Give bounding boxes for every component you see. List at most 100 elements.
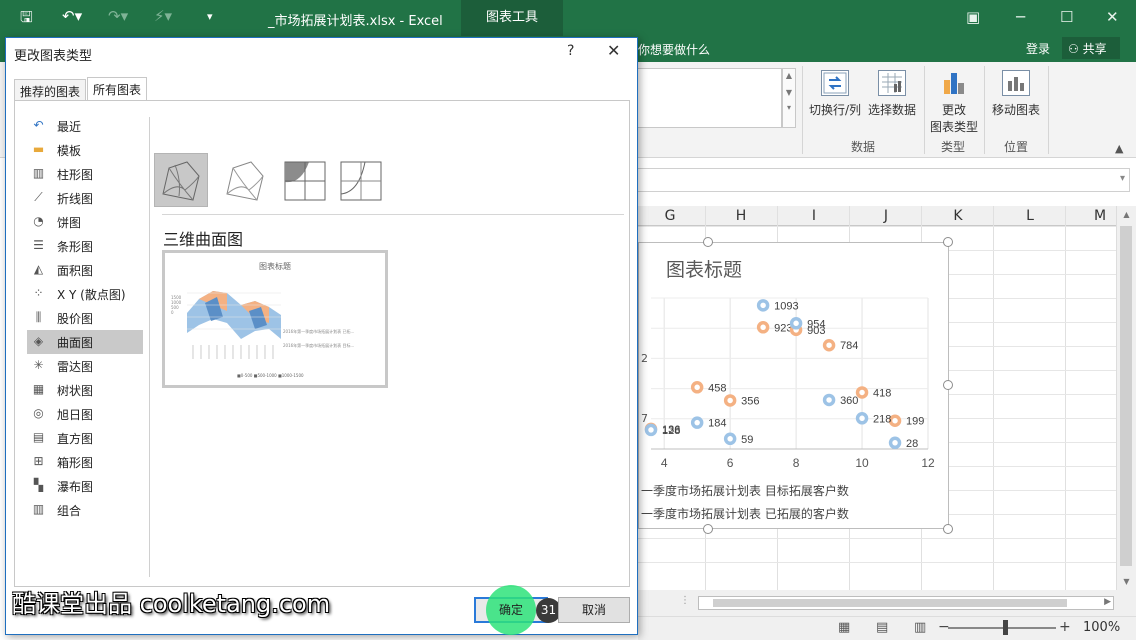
column-header-l[interactable]: L [994,208,1066,224]
select-data-button[interactable]: 选择数据 [866,70,918,118]
column-header-j[interactable]: J [850,208,922,224]
close-icon[interactable]: ✕ [1106,8,1119,26]
data-label: 28 [906,438,918,450]
column-header-i[interactable]: I [778,208,850,224]
chart-category-item[interactable]: ⊞ 箱形图 [27,450,143,474]
vertical-scroll-thumb[interactable] [1120,226,1132,566]
scatter-point[interactable] [723,394,737,407]
login-link[interactable]: 登录 [1026,40,1050,57]
chart-category-item[interactable]: ◭ 面积图 [27,258,143,282]
wireframe-surface-thumbnail-icon [226,161,264,201]
resize-handle-bottom-right[interactable] [943,524,953,534]
chart-category-item[interactable]: ▦ 树状图 [27,378,143,402]
gallery-scroll[interactable]: ▲ ▼ ▾ [782,68,796,128]
column-header-m[interactable]: M [1064,208,1116,224]
column-header-k[interactable]: K [922,208,994,224]
zoom-slider-knob[interactable] [1003,620,1008,635]
normal-view-icon[interactable]: ▦ [838,620,850,635]
move-chart-button[interactable]: 移动图表 [988,70,1044,118]
chart-category-item[interactable]: ✳ 雷达图 [27,354,143,378]
subtype-contour[interactable] [278,153,332,207]
subtype-wireframe-3d-surface[interactable] [218,153,272,207]
scatter-point[interactable] [855,386,869,399]
ribbon-display-options-icon[interactable]: ▣ [966,8,980,26]
scatter-point[interactable] [723,432,737,446]
legend-item-done[interactable]: 一季度市场拓展计划表 已拓展的客户数 [641,505,849,522]
page-layout-view-icon[interactable]: ▤ [876,620,888,635]
resize-handle-right[interactable] [943,380,953,390]
tab-recommended-charts[interactable]: 推荐的图表 [14,79,87,101]
redo-icon[interactable]: ↷▾ [108,7,128,25]
scatter-point[interactable] [822,338,836,352]
scatter-point[interactable] [888,414,902,427]
chart-category-item[interactable]: ▚ 瀑布图 [27,474,143,498]
tell-me-search[interactable]: 你想要做什么 [638,41,710,58]
scatter-point[interactable] [690,416,704,429]
horizontal-scroll-thumb[interactable] [713,599,1067,607]
scatter-point[interactable] [756,299,770,312]
scatter-point[interactable] [756,321,770,334]
share-button[interactable]: ⚇ 共享 [1062,37,1120,59]
chart-category-item[interactable]: ◔ 饼图 [27,210,143,234]
chart-category-item[interactable]: ▥ 组合 [27,498,143,522]
change-chart-type-button[interactable]: 更改 图表类型 [928,70,980,135]
chart-category-item[interactable]: ▤ 直方图 [27,426,143,450]
chart-tools-context-tab[interactable]: 图表工具 [461,0,563,36]
resize-handle-top-right[interactable] [943,237,953,247]
scatter-point[interactable] [644,423,658,437]
chart-category-label: 雷达图 [57,360,94,374]
subtype-3d-surface[interactable] [154,153,208,207]
formula-bar[interactable]: ▾ [638,168,1130,192]
scatter-point[interactable] [789,317,803,330]
format-painter-icon[interactable]: ⚡▾ [154,7,172,25]
cancel-button[interactable]: 取消 [558,597,630,623]
tab-all-charts[interactable]: 所有图表 [87,77,148,101]
pie-chart-icon: ◔ [33,214,44,228]
dialog-close-button[interactable]: ✕ [607,41,620,60]
chart-category-item[interactable]: ◎ 旭日图 [27,402,143,426]
chart-category-item[interactable]: ☰ 条形图 [27,234,143,258]
chart-preview[interactable]: 图表标题 1500 1000 500 0 2016年第一季度市场拓展计划表 已拓...… [162,250,388,388]
chart-category-item[interactable]: ▥ 柱形图 [27,162,143,186]
subtype-wireframe-contour[interactable] [334,153,388,207]
scatter-point[interactable] [690,381,704,394]
chart-category-item[interactable]: ▬ 模板 [27,138,143,162]
group-data-label: 数据 [851,140,876,154]
chart-category-item[interactable]: ⁘ X Y (散点图) [27,282,143,306]
tab-split-icon[interactable]: ⋮ [680,595,690,606]
resize-handle-bottom[interactable] [703,524,713,534]
column-header-h[interactable]: H [705,208,777,224]
chart-category-item[interactable]: ⟋ 折线图 [27,186,143,210]
undo-icon[interactable]: ↶▾ [62,7,82,25]
switch-row-column-button[interactable]: 切换行/列 [806,70,864,118]
data-label: 128 [662,425,680,437]
change-chart-type-label-1: 更改 [941,103,966,117]
resize-handle-top[interactable] [703,237,713,247]
x-tick-label: 6 [727,456,734,470]
zoom-in-icon[interactable]: + [1059,619,1071,635]
minimize-icon[interactable]: ─ [1016,8,1025,26]
horizontal-scrollbar[interactable]: ▶ [698,596,1114,610]
maximize-icon[interactable]: ☐ [1060,8,1073,26]
treemap-icon: ▦ [32,382,45,396]
zoom-level[interactable]: 100% [1083,620,1120,635]
zoom-slider[interactable] [948,627,1056,629]
help-button[interactable]: ? [567,43,574,59]
scatter-point[interactable] [888,436,902,450]
collapse-ribbon-icon[interactable]: ▲ [1115,142,1123,155]
chart-styles-gallery[interactable] [638,68,782,128]
scatter-point[interactable] [822,393,836,407]
chart-category-item[interactable]: ◈ 曲面图 [27,330,143,354]
chart-category-item[interactable]: ⫼ 股价图 [27,306,143,330]
column-header-g[interactable]: G [638,208,706,224]
legend-item-target[interactable]: 一季度市场拓展计划表 目标拓展客户数 [641,482,849,499]
vertical-scrollbar[interactable]: ▲ ▼ [1116,206,1136,590]
expand-formula-icon[interactable]: ▾ [1120,173,1125,184]
page-break-view-icon[interactable]: ▥ [914,620,926,635]
scatter-chart[interactable]: 图表标题 4 6 8 10 12 923 903 784 458 356 418 199 136 1093… [638,242,949,529]
chart-category-label: 条形图 [57,240,94,254]
chart-category-item[interactable]: ↶ 最近 [27,114,143,138]
scatter-point[interactable] [855,412,869,425]
save-icon[interactable]: 🖫 [20,7,33,32]
customize-qat-icon[interactable]: ▾ [207,10,213,23]
